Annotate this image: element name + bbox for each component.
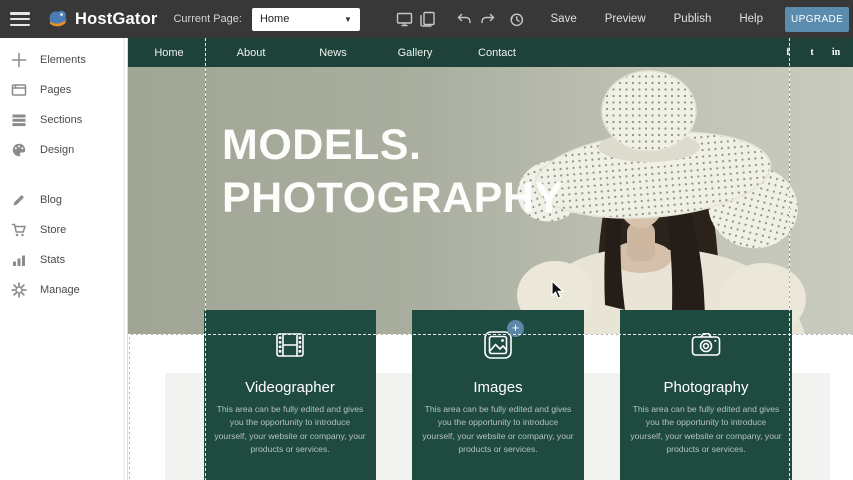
toolbar-actions: Save Preview Publish Help UPGRADE (396, 7, 853, 32)
shopping-cart-icon (11, 222, 27, 238)
sidebar-item-store[interactable]: Store (0, 215, 127, 245)
plus-icon (11, 52, 27, 68)
twitter-icon[interactable]: t (804, 47, 820, 58)
sidebar-item-design[interactable]: Design (0, 135, 127, 165)
sidebar-item-elements[interactable]: Elements (0, 45, 127, 75)
linkedin-icon[interactable]: in (828, 47, 844, 58)
site-nav-about[interactable]: About (210, 47, 292, 59)
publish-button[interactable]: Publish (660, 13, 726, 25)
preview-button[interactable]: Preview (591, 13, 660, 25)
page-select-dropdown[interactable]: Home ▼ (252, 8, 360, 31)
site-preview-canvas: Home About News Gallery Contact f t in (128, 38, 853, 480)
builder-sidebar: Elements Pages Sections Design (0, 38, 128, 480)
sidebar-group-divider (0, 165, 127, 185)
help-button[interactable]: Help (725, 13, 777, 25)
hero-headline-line1: MODELS. (222, 119, 564, 172)
sidebar-item-label: Blog (40, 194, 62, 206)
hero-section[interactable]: MODELS. PHOTOGRAPHY (128, 67, 853, 334)
sidebar-item-label: Design (40, 144, 74, 156)
chevron-down-icon: ▼ (344, 15, 352, 24)
mobile-preview-icon[interactable] (419, 11, 436, 28)
social-links: f t in (772, 47, 853, 58)
card-photography[interactable]: Photography This area can be fully edite… (620, 310, 792, 480)
page-select-value: Home (260, 13, 289, 25)
sidebar-item-label: Pages (40, 84, 71, 96)
redo-icon[interactable] (479, 11, 496, 28)
save-button[interactable]: Save (537, 13, 591, 25)
desktop-preview-icon[interactable] (396, 11, 413, 28)
sidebar-item-label: Sections (40, 114, 82, 126)
camera-icon (688, 327, 724, 363)
sidebar-item-manage[interactable]: Manage (0, 275, 127, 305)
sidebar-item-label: Elements (40, 54, 86, 66)
sidebar-item-label: Manage (40, 284, 80, 296)
card-title[interactable]: Images (412, 379, 584, 396)
hero-photo-woman-in-hat (513, 67, 853, 334)
images-icon: + (480, 327, 516, 363)
sidebar-item-stats[interactable]: Stats (0, 245, 127, 275)
card-videographer[interactable]: Videographer This area can be fully edit… (204, 310, 376, 480)
current-page-label: Current Page: (173, 13, 241, 25)
sidebar-item-pages[interactable]: Pages (0, 75, 127, 105)
gear-icon (11, 282, 27, 298)
facebook-icon[interactable]: f (780, 47, 796, 58)
undo-icon[interactable] (456, 11, 473, 28)
sidebar-item-label: Stats (40, 254, 65, 266)
top-toolbar: HostGator Current Page: Home ▼ (0, 0, 853, 38)
bar-chart-icon (11, 252, 27, 268)
stacked-sections-icon (11, 112, 27, 128)
site-nav-news[interactable]: News (292, 47, 374, 59)
palette-icon (11, 142, 27, 158)
card-body-text[interactable]: This area can be fully edited and gives … (214, 403, 366, 456)
builder-window: HostGator Current Page: Home ▼ (0, 0, 853, 480)
card-title[interactable]: Photography (620, 379, 792, 396)
card-body-text[interactable]: This area can be fully edited and gives … (630, 403, 782, 456)
site-nav-gallery[interactable]: Gallery (374, 47, 456, 59)
site-nav-contact[interactable]: Contact (456, 47, 538, 59)
hero-headline-line2: PHOTOGRAPHY (222, 172, 564, 225)
history-icon[interactable] (508, 11, 525, 28)
sidebar-item-label: Store (40, 224, 66, 236)
browser-window-icon (11, 82, 27, 98)
film-strip-icon (272, 327, 308, 363)
brand-name: HostGator (75, 10, 157, 29)
card-images[interactable]: + Images This area can be fully edited a… (412, 310, 584, 480)
selection-guide-section-left-edge (129, 334, 130, 480)
site-nav-home[interactable]: Home (128, 47, 210, 59)
card-title[interactable]: Videographer (204, 379, 376, 396)
gator-icon (46, 7, 70, 31)
sidebar-item-blog[interactable]: Blog (0, 185, 127, 215)
card-body-text[interactable]: This area can be fully edited and gives … (422, 403, 574, 456)
hamburger-icon[interactable] (10, 12, 30, 26)
add-image-button[interactable]: + (507, 320, 524, 337)
pencil-icon (11, 192, 27, 208)
site-navbar: Home About News Gallery Contact f t in (128, 38, 853, 67)
upgrade-button[interactable]: UPGRADE (785, 7, 849, 32)
hero-headline[interactable]: MODELS. PHOTOGRAPHY (222, 119, 564, 225)
sidebar-item-sections[interactable]: Sections (0, 105, 127, 135)
hostgator-logo: HostGator (46, 7, 157, 31)
